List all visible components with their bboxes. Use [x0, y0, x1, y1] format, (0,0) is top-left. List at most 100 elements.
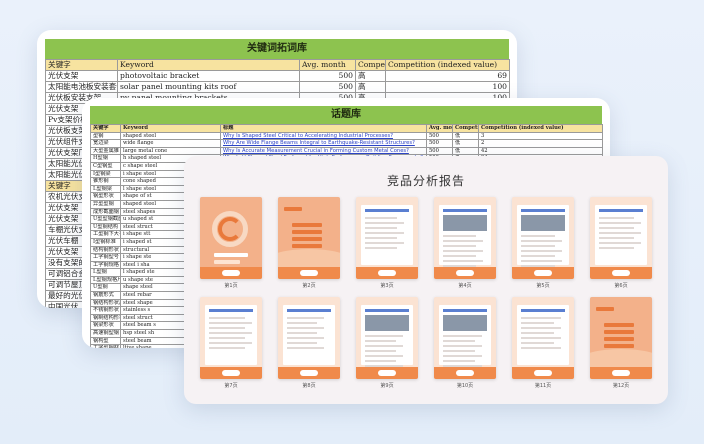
cover-arc-graphic [218, 217, 242, 241]
content-heading-bar [365, 309, 409, 312]
report-page-thumbnail[interactable]: 第6页 [588, 197, 654, 289]
report-page-thumbnail[interactable]: 第3页 [354, 197, 420, 289]
content-heading-bar [209, 309, 253, 312]
page-label: 第8页 [302, 383, 316, 389]
text-line [521, 260, 562, 262]
text-line [209, 317, 245, 319]
text-line [365, 350, 396, 352]
content-screenshot [365, 315, 409, 331]
table-cell[interactable]: Why Is Accurate Measurement Crucial in F… [220, 146, 427, 156]
report-content-page [356, 197, 418, 279]
table-cell: L型钢梁 [90, 184, 121, 194]
text-line [365, 222, 404, 224]
table-cell: 工型钢下大平梁 [90, 230, 121, 239]
table-cell: 钢制结构形状 [90, 313, 121, 323]
page-label: 第2页 [302, 283, 316, 289]
table-cell[interactable]: Why Are Wide Flange Beams Integral to Ea… [220, 139, 427, 148]
text-line [365, 360, 396, 362]
sheet-title: 关键词拓词库 [45, 39, 509, 59]
header-cell: Competitie [355, 59, 386, 71]
toc-line [292, 223, 322, 227]
text-line [209, 327, 245, 329]
table-cell: 低 [452, 131, 479, 141]
report-page-thumbnail[interactable]: 第4页 [432, 197, 498, 289]
text-line [365, 227, 397, 229]
text-line [521, 332, 554, 334]
page-label: 第5页 [536, 283, 550, 289]
table-cell: 宽边梁 [90, 139, 121, 148]
table-cell: 低 [452, 139, 479, 148]
toc-line [604, 337, 634, 341]
text-line [599, 222, 641, 224]
report-content-page [200, 297, 262, 379]
cover-subtitle-block [214, 260, 240, 264]
text-line [287, 347, 324, 349]
text-line [443, 250, 483, 252]
report-page-grid: 第1页 第2页 第3页 第4页 第5页 第6页第7页 第8页 第9页 第10页 第11页 第12页 [198, 197, 654, 389]
table-cell: U型型钢截面 [90, 215, 121, 224]
table-cell: L型钢 [90, 268, 121, 277]
brand-logo [300, 370, 318, 376]
toc-line [292, 244, 322, 248]
table-cell: 42 [478, 146, 603, 156]
text-line [365, 345, 403, 347]
report-page-thumbnail[interactable]: 第10页 [432, 297, 498, 389]
report-content-page [356, 297, 418, 379]
report-content-page [434, 297, 496, 379]
report-page-thumbnail[interactable]: 第2页 [276, 197, 342, 289]
text-line [287, 342, 317, 344]
toc-line [604, 323, 634, 327]
text-line [443, 240, 483, 242]
header-cell: 关键字 [90, 124, 121, 133]
text-line [287, 322, 317, 324]
content-heading-bar [443, 309, 487, 312]
table-cell: H型钢 [90, 154, 121, 163]
page-label: 第10页 [456, 383, 474, 389]
text-line [365, 232, 404, 234]
header-cell: 标题 [220, 124, 427, 133]
text-line [365, 217, 397, 219]
report-page-thumbnail[interactable]: 第5页 [510, 197, 576, 289]
report-content-page [590, 197, 652, 279]
text-line [365, 340, 396, 342]
table-cell: shaped steel [120, 131, 221, 141]
report-page-thumbnail[interactable]: 第7页 [198, 297, 264, 389]
text-line [521, 235, 555, 237]
text-line [365, 242, 404, 244]
page-content-area [361, 305, 413, 367]
toc-line [604, 344, 634, 348]
page-label: 第4页 [458, 283, 472, 289]
brand-logo [378, 270, 396, 276]
page-label: 第7页 [224, 383, 238, 389]
page-label: 第9页 [380, 383, 394, 389]
brand-logo [222, 370, 240, 376]
table-row: 型钢 shaped steel Why Is Shaped Steel Critic… [90, 131, 603, 141]
table-cell: 2 [478, 139, 603, 148]
table-cell: I型钢梁 [90, 169, 121, 179]
page-content-area [517, 305, 569, 365]
table-cell: 低 [452, 146, 479, 156]
brand-logo [300, 270, 318, 276]
content-screenshot [443, 215, 487, 231]
table-cell: 500 [426, 139, 453, 148]
text-line [599, 232, 641, 234]
page-content-area [517, 205, 569, 267]
report-page-thumbnail[interactable]: 第1页 [198, 197, 264, 289]
text-line [443, 360, 475, 362]
text-line [599, 242, 641, 244]
report-page-thumbnail[interactable]: 第8页 [276, 297, 342, 389]
content-heading-bar [443, 209, 487, 212]
table-cell: I型钢标准 [90, 237, 121, 247]
text-line [521, 322, 554, 324]
table-cell[interactable]: Why Is Shaped Steel Critical to Accelera… [220, 131, 427, 141]
toc-line [292, 237, 322, 241]
report-page-thumbnail[interactable]: 第11页 [510, 297, 576, 389]
page-content-area [439, 305, 491, 367]
report-page-thumbnail[interactable]: 第12页 [588, 297, 654, 389]
report-content-page [512, 297, 574, 379]
table-cell: 高 [355, 81, 386, 93]
report-page-thumbnail[interactable]: 第9页 [354, 297, 420, 389]
text-line [209, 332, 252, 334]
page-content-area [361, 205, 413, 265]
header-cell: Keyword [117, 59, 300, 71]
